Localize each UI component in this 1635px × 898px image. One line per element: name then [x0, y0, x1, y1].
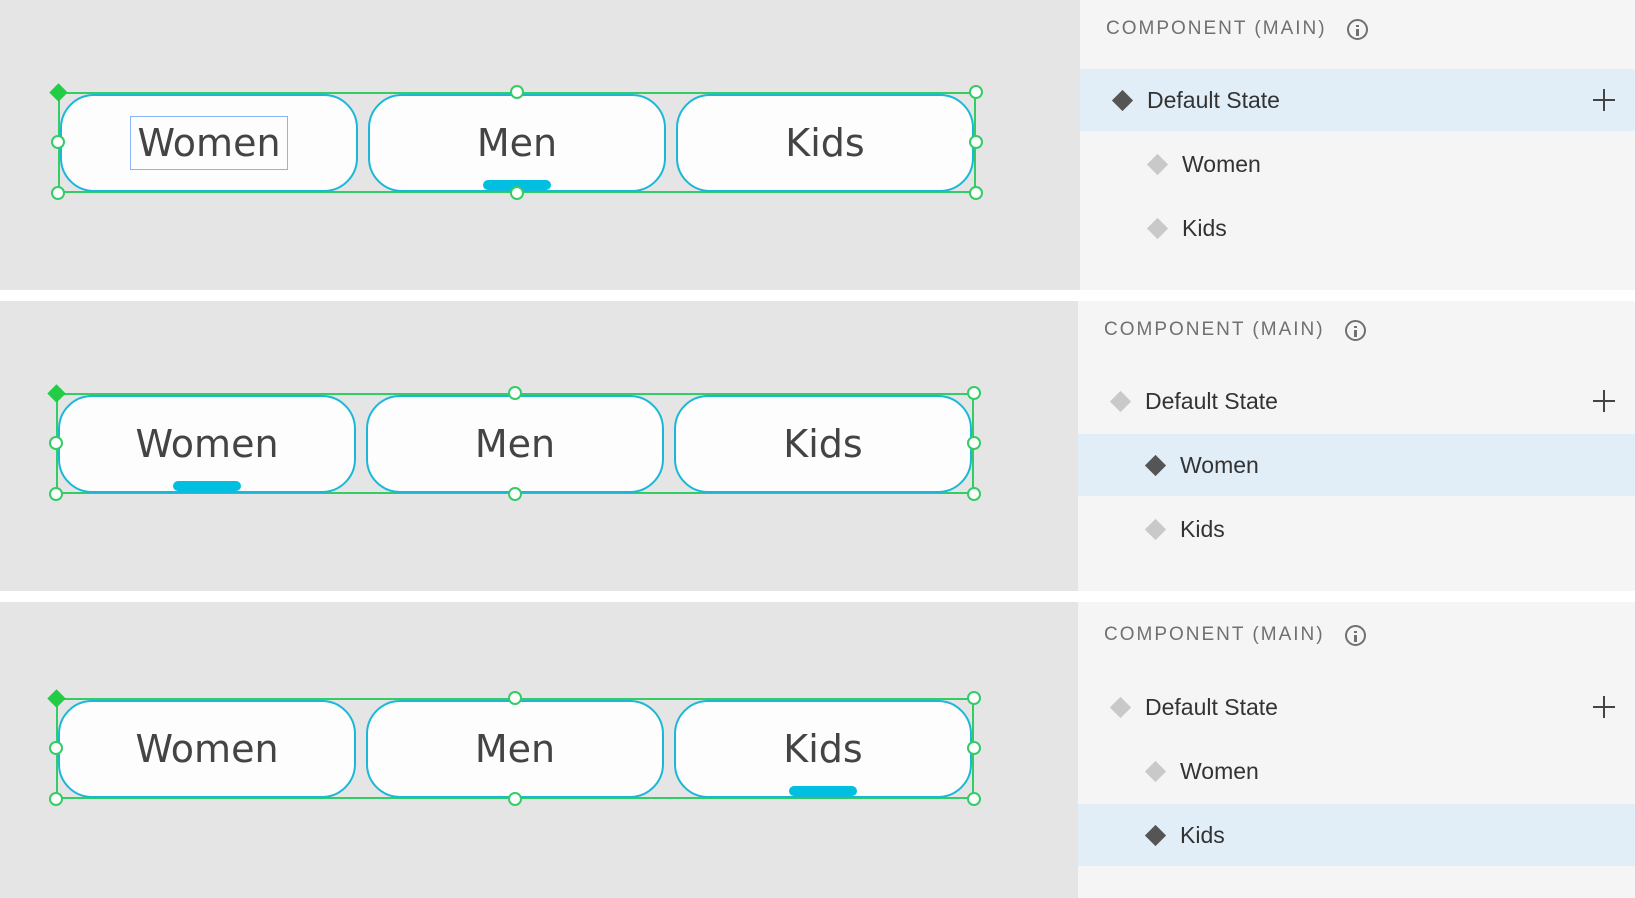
resize-handle-bottom[interactable]: [508, 487, 522, 501]
state-label: Kids: [1180, 821, 1225, 848]
state-row-kids[interactable]: Kids: [1078, 804, 1635, 866]
tab-women[interactable]: Women: [58, 395, 356, 493]
info-icon[interactable]: [1346, 18, 1368, 40]
resize-handle-bottom-left[interactable]: [49, 792, 63, 806]
state-diamond-icon: [1109, 696, 1132, 718]
tab-label: Men: [476, 121, 558, 165]
nav-tabs-component[interactable]: Women Men Kids: [47, 689, 981, 806]
state-label: Women: [1180, 451, 1259, 478]
nav-tabs-component[interactable]: Women Men Kids: [49, 83, 983, 200]
nav-tabs-component[interactable]: Women Men Kids: [47, 384, 981, 501]
tab-men[interactable]: Men: [368, 94, 666, 192]
component-panel-3: Women Men Kids COMPONENT (MAIN) Default …: [0, 602, 1635, 898]
state-label: Default State: [1145, 693, 1278, 720]
design-canvas[interactable]: Women Men Kids: [0, 0, 1080, 290]
panel-header: COMPONENT (MAIN): [1104, 319, 1366, 341]
tab-men[interactable]: Men: [366, 395, 664, 493]
tab-label: Men: [474, 422, 556, 466]
resize-handle-bottom-left[interactable]: [49, 487, 63, 501]
tab-label: Kids: [783, 727, 863, 771]
state-row-women[interactable]: Women: [1080, 133, 1635, 195]
resize-handle-top-right[interactable]: [967, 386, 981, 400]
component-panel-1: Women Men Kids COMPONENT (MAIN) Default …: [0, 0, 1635, 290]
resize-handle-left[interactable]: [49, 436, 63, 450]
state-label: Kids: [1182, 214, 1227, 241]
tab-kids[interactable]: Kids: [676, 94, 974, 192]
resize-handle-bottom[interactable]: [508, 792, 522, 806]
add-state-icon[interactable]: [1593, 390, 1615, 412]
state-diamond-icon: [1144, 760, 1167, 782]
resize-handle-bottom[interactable]: [510, 186, 524, 200]
state-row-default[interactable]: Default State: [1078, 370, 1635, 432]
panel-title: COMPONENT (MAIN): [1104, 624, 1325, 645]
design-canvas[interactable]: Women Men Kids: [0, 301, 1078, 591]
panel-title: COMPONENT (MAIN): [1104, 319, 1325, 340]
tab-women[interactable]: Women: [60, 94, 358, 192]
state-row-default[interactable]: Default State: [1080, 69, 1635, 131]
panel-title: COMPONENT (MAIN): [1106, 18, 1327, 39]
component-states-panel: COMPONENT (MAIN) Default State Women Kid…: [1080, 0, 1635, 290]
state-label: Default State: [1145, 387, 1278, 414]
resize-handle-left[interactable]: [51, 135, 65, 149]
state-label: Women: [1182, 150, 1261, 177]
state-row-women[interactable]: Women: [1078, 740, 1635, 802]
resize-handle-right[interactable]: [969, 135, 983, 149]
state-row-kids[interactable]: Kids: [1080, 197, 1635, 259]
resize-handle-bottom-right[interactable]: [969, 186, 983, 200]
state-diamond-icon: [1109, 390, 1132, 412]
tab-kids[interactable]: Kids: [674, 395, 972, 493]
tab-women[interactable]: Women: [58, 700, 356, 798]
state-label: Default State: [1147, 86, 1280, 113]
selected-indicator: [173, 481, 241, 491]
state-label: Women: [1180, 757, 1259, 784]
state-label: Kids: [1180, 515, 1225, 542]
state-row-default[interactable]: Default State: [1078, 676, 1635, 738]
resize-handle-top-right[interactable]: [967, 691, 981, 705]
selected-indicator: [789, 786, 857, 796]
tab-kids[interactable]: Kids: [674, 700, 972, 798]
tab-label: Women: [135, 422, 279, 466]
resize-handle-bottom-right[interactable]: [967, 487, 981, 501]
info-icon[interactable]: [1344, 319, 1366, 341]
resize-handle-bottom-left[interactable]: [51, 186, 65, 200]
tab-label: Kids: [785, 121, 865, 165]
resize-handle-top[interactable]: [510, 85, 524, 99]
tab-label[interactable]: Women: [130, 116, 288, 170]
add-state-icon[interactable]: [1593, 696, 1615, 718]
tab-label: Women: [135, 727, 279, 771]
state-row-kids[interactable]: Kids: [1078, 498, 1635, 560]
component-states-panel: COMPONENT (MAIN) Default State Women Kid…: [1078, 301, 1635, 591]
resize-handle-left[interactable]: [49, 741, 63, 755]
resize-handle-top-right[interactable]: [969, 85, 983, 99]
state-diamond-icon: [1144, 454, 1167, 476]
resize-handle-right[interactable]: [967, 436, 981, 450]
state-diamond-icon: [1111, 89, 1134, 111]
tab-label: Men: [474, 727, 556, 771]
state-row-women[interactable]: Women: [1078, 434, 1635, 496]
tab-label: Kids: [783, 422, 863, 466]
component-panel-2: Women Men Kids COMPONENT (MAIN) Default …: [0, 301, 1635, 591]
tab-men[interactable]: Men: [366, 700, 664, 798]
design-canvas[interactable]: Women Men Kids: [0, 602, 1078, 898]
state-diamond-icon: [1146, 153, 1169, 175]
state-diamond-icon: [1144, 518, 1167, 540]
add-state-icon[interactable]: [1593, 89, 1615, 111]
component-states-panel: COMPONENT (MAIN) Default State Women Kid…: [1078, 602, 1635, 898]
resize-handle-top[interactable]: [508, 386, 522, 400]
state-diamond-icon: [1146, 217, 1169, 239]
resize-handle-bottom-right[interactable]: [967, 792, 981, 806]
resize-handle-top[interactable]: [508, 691, 522, 705]
panel-header: COMPONENT (MAIN): [1104, 624, 1366, 646]
panel-header: COMPONENT (MAIN): [1106, 18, 1368, 40]
info-icon[interactable]: [1344, 624, 1366, 646]
resize-handle-right[interactable]: [967, 741, 981, 755]
state-diamond-icon: [1144, 824, 1167, 846]
